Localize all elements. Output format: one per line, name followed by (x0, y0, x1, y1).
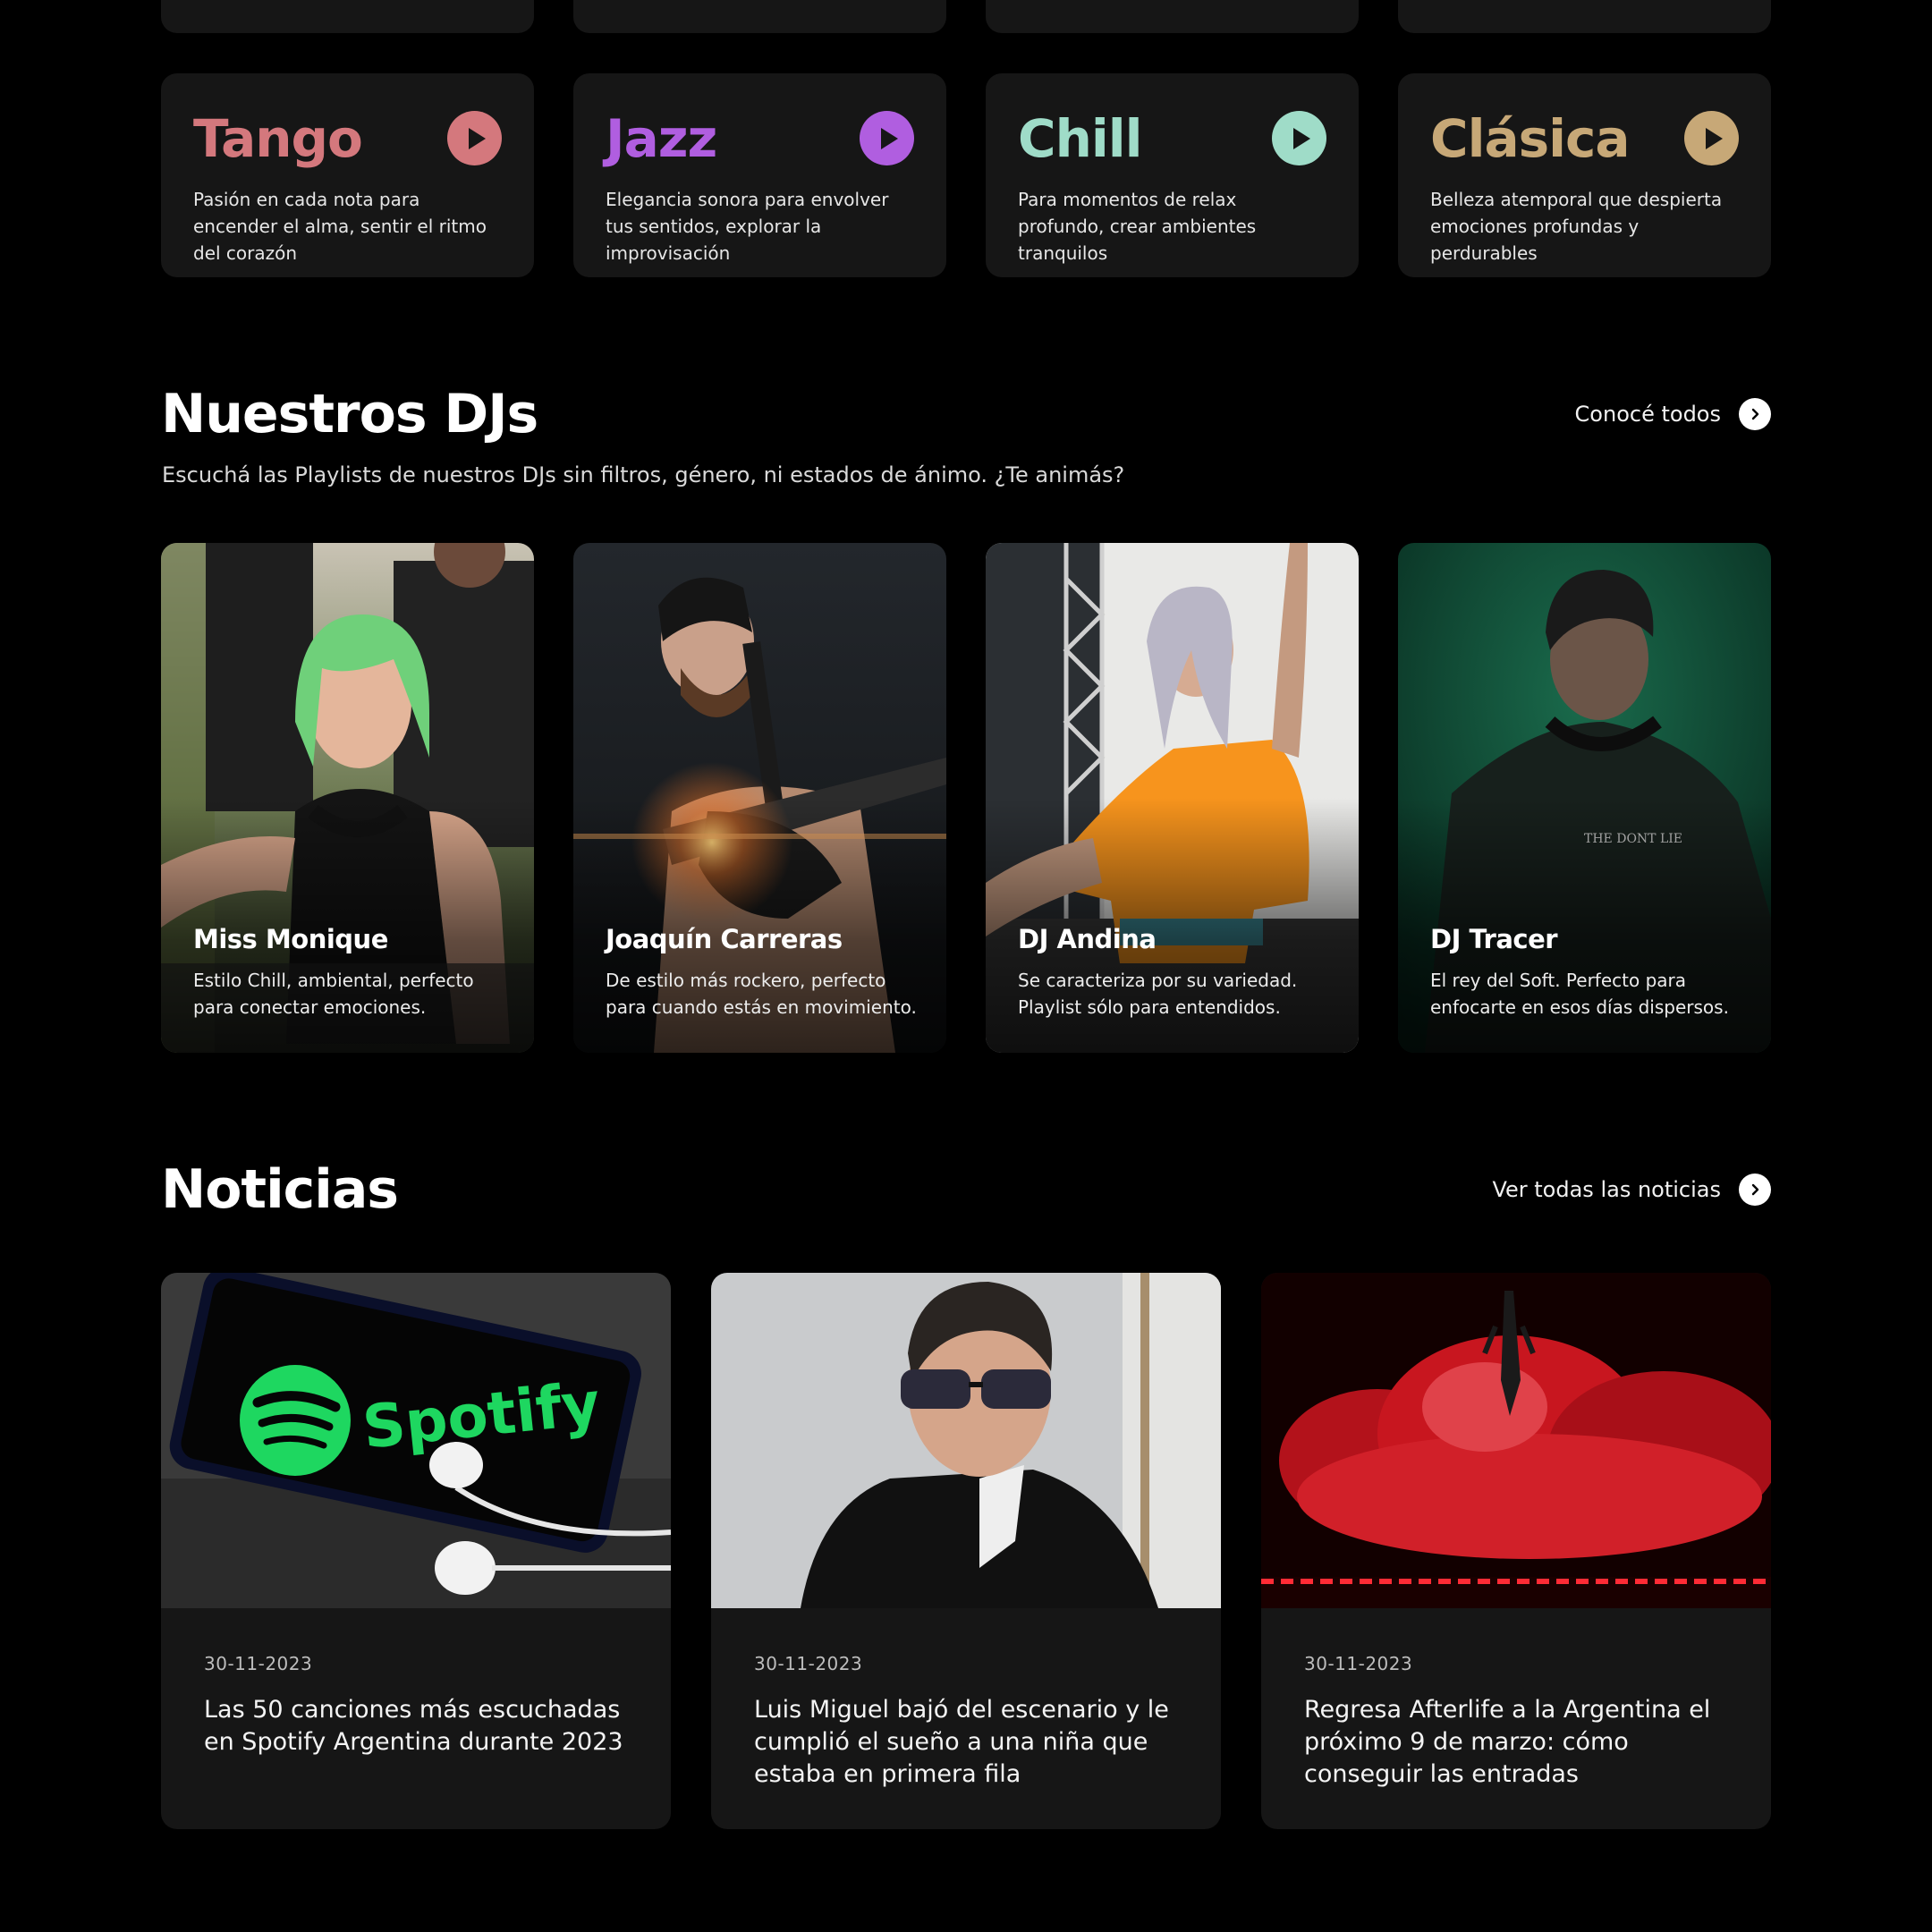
dj-name: DJ Tracer (1430, 924, 1558, 954)
djs-section-subtitle: Escuchá las Playlists de nuestros DJs si… (162, 462, 1125, 487)
dj-name: Miss Monique (193, 924, 388, 954)
genre-card-partial[interactable] (1398, 0, 1771, 33)
dj-info: Miss Monique Estilo Chill, ambiental, pe… (193, 924, 507, 1021)
dj-description: El rey del Soft. Perfecto para enfocarte… (1430, 970, 1729, 1018)
genre-description: Belleza atemporal que despierta emocione… (1430, 189, 1723, 264)
news-date: 30-11-2023 (1304, 1653, 1413, 1674)
genre-list: Tango Pasión en cada nota para encender … (161, 73, 1771, 277)
dj-name: Joaquín Carreras (606, 924, 843, 954)
dj-description: De estilo más rockero, perfecto para cua… (606, 970, 917, 1018)
see-all-news-label: Ver todas las noticias (1492, 1177, 1721, 1202)
news-image (711, 1273, 1221, 1608)
news-card-luis-miguel[interactable]: 30-11-2023 Luis Miguel bajó del escenari… (711, 1273, 1221, 1829)
news-body: 30-11-2023 Regresa Afterlife a la Argent… (1261, 1608, 1771, 1791)
genre-card-jazz[interactable]: Jazz Elegancia sonora para envolver tus … (573, 73, 946, 277)
page: Tango Pasión en cada nota para encender … (0, 0, 1932, 1932)
see-all-news-link[interactable]: Ver todas las noticias (1492, 1174, 1771, 1206)
news-body: 30-11-2023 Las 50 canciones más escuchad… (161, 1608, 671, 1758)
dj-list: Miss Monique Estilo Chill, ambiental, pe… (161, 543, 1771, 1053)
news-date: 30-11-2023 (754, 1653, 863, 1674)
news-card-spotify[interactable]: Spotify 30-11-2023 Las 50 canciones más … (161, 1273, 671, 1829)
genre-card-clasica[interactable]: Clásica Belleza atemporal que despierta … (1398, 73, 1771, 277)
dj-card-miss-monique[interactable]: Miss Monique Estilo Chill, ambiental, pe… (161, 543, 534, 1053)
play-icon (468, 127, 486, 149)
djs-section-header: Nuestros DJs Conocé todos (161, 383, 1771, 445)
news-date: 30-11-2023 (204, 1653, 313, 1674)
news-section-header: Noticias Ver todas las noticias (161, 1158, 1771, 1221)
dj-info: Joaquín Carreras De estilo más rockero, … (606, 924, 919, 1021)
genre-card-partial[interactable] (573, 0, 946, 33)
dj-name: DJ Andina (1018, 924, 1157, 954)
dj-info: DJ Andina Se caracteriza por su variedad… (1018, 924, 1332, 1021)
news-card-afterlife[interactable]: 30-11-2023 Regresa Afterlife a la Argent… (1261, 1273, 1771, 1829)
chevron-right-icon (1739, 1174, 1771, 1206)
dj-card-dj-tracer[interactable]: THE DONT LIE DJ Tracer El rey del Soft. … (1398, 543, 1771, 1053)
play-icon (880, 127, 898, 149)
dj-card-dj-andina[interactable]: DJ Andina Se caracteriza por su variedad… (986, 543, 1359, 1053)
dj-info: DJ Tracer El rey del Soft. Perfecto para… (1430, 924, 1744, 1021)
see-all-djs-link[interactable]: Conocé todos (1575, 398, 1771, 430)
dj-description: Estilo Chill, ambiental, perfecto para c… (193, 970, 474, 1018)
dj-description: Se caracteriza por su variedad. Playlist… (1018, 970, 1298, 1018)
news-section-title: Noticias (161, 1158, 399, 1221)
news-title: Las 50 canciones más escuchadas en Spoti… (204, 1696, 623, 1756)
news-body: 30-11-2023 Luis Miguel bajó del escenari… (711, 1608, 1221, 1791)
genre-card-tango[interactable]: Tango Pasión en cada nota para encender … (161, 73, 534, 277)
genre-card-chill[interactable]: Chill Para momentos de relax profundo, c… (986, 73, 1359, 277)
play-button[interactable] (860, 111, 914, 165)
play-button[interactable] (1684, 111, 1739, 165)
see-all-djs-label: Conocé todos (1574, 402, 1721, 427)
genre-description: Para momentos de relax profundo, crear a… (1018, 189, 1257, 264)
news-title: Luis Miguel bajó del escenario y le cump… (754, 1696, 1169, 1788)
news-list: Spotify 30-11-2023 Las 50 canciones más … (161, 1273, 1771, 1829)
genre-description: Pasión en cada nota para encender el alm… (193, 189, 487, 264)
news-title: Regresa Afterlife a la Argentina el próx… (1304, 1696, 1711, 1788)
chevron-right-icon (1739, 398, 1771, 430)
previous-genre-row (161, 0, 1771, 33)
news-image (1261, 1273, 1771, 1608)
djs-section-title: Nuestros DJs (161, 383, 538, 445)
play-button[interactable] (447, 111, 502, 165)
play-button[interactable] (1272, 111, 1326, 165)
dj-card-joaquin-carreras[interactable]: Joaquín Carreras De estilo más rockero, … (573, 543, 946, 1053)
play-icon (1705, 127, 1723, 149)
genre-description: Elegancia sonora para envolver tus senti… (606, 189, 889, 264)
genre-card-partial[interactable] (161, 0, 534, 33)
play-icon (1292, 127, 1310, 149)
news-image: Spotify (161, 1273, 671, 1608)
genre-card-partial[interactable] (986, 0, 1359, 33)
